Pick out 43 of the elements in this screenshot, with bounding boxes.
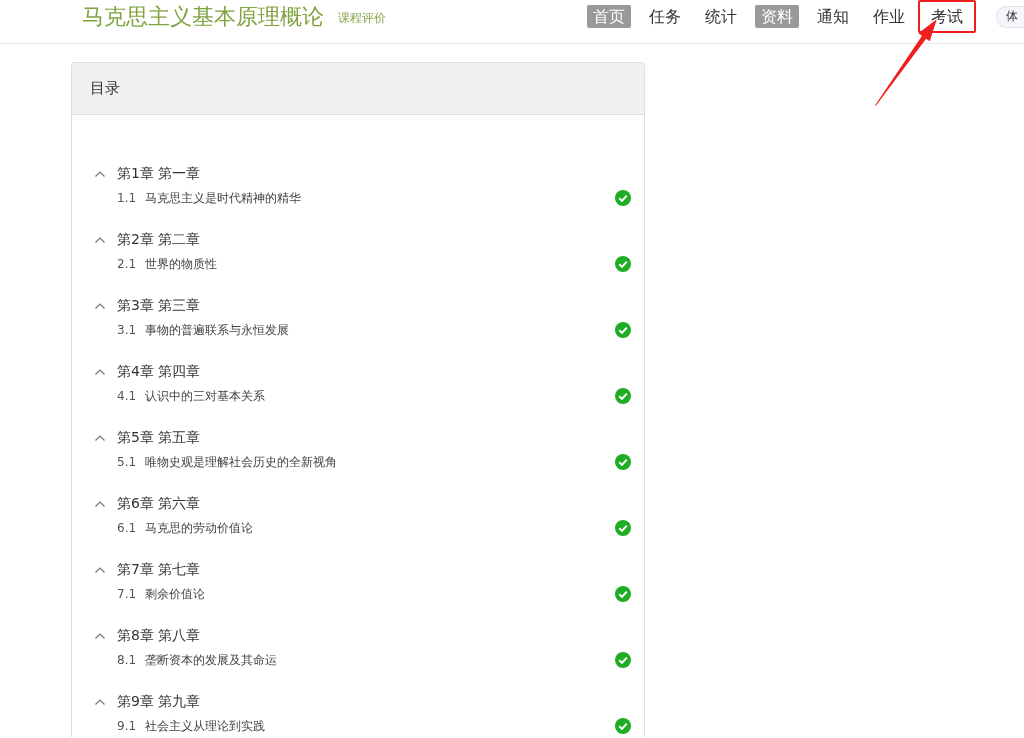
- caret-up-icon[interactable]: [95, 567, 105, 573]
- panel-title: 目录: [90, 79, 120, 98]
- chapter-title[interactable]: 第1章 第一章: [117, 165, 201, 183]
- section-number: 4.1: [117, 389, 137, 403]
- section-number: 6.1: [117, 521, 137, 535]
- nav-tab[interactable]: 统计: [699, 5, 743, 28]
- nav-tab[interactable]: 通知: [811, 5, 855, 28]
- caret-up-icon[interactable]: [95, 435, 105, 441]
- section-number: 1.1: [117, 191, 137, 205]
- course-title: 马克思主义基本原理概论: [82, 2, 324, 31]
- chapter-title[interactable]: 第5章 第五章: [117, 429, 201, 447]
- section-title[interactable]: 事物的普遍联系与永恒发展: [145, 321, 290, 339]
- section-number: 2.1: [117, 257, 137, 271]
- section-title[interactable]: 剩余价值论: [145, 585, 206, 603]
- section-title[interactable]: 马克思的劳动价值论: [145, 519, 254, 537]
- chapter-title[interactable]: 第9章 第九章: [117, 693, 201, 711]
- section-title[interactable]: 垄断资本的发展及其命运: [145, 651, 278, 669]
- section-title[interactable]: 唯物史观是理解社会历史的全新视角: [145, 453, 338, 471]
- nav-tab[interactable]: 任务: [643, 5, 687, 28]
- caret-up-icon[interactable]: [95, 633, 105, 639]
- caret-up-icon[interactable]: [95, 237, 105, 243]
- chapter-title[interactable]: 第2章 第二章: [117, 231, 201, 249]
- section-title[interactable]: 认识中的三对基本关系: [145, 387, 266, 405]
- chapter-title[interactable]: 第3章 第三章: [117, 297, 201, 315]
- nav-tab[interactable]: 作业: [867, 5, 911, 28]
- section-number: 8.1: [117, 653, 137, 667]
- section-title[interactable]: 世界的物质性: [145, 255, 218, 273]
- section-number: 5.1: [117, 455, 137, 469]
- trial-button[interactable]: 体: [996, 5, 1024, 28]
- caret-up-icon[interactable]: [95, 699, 105, 705]
- caret-up-icon[interactable]: [95, 369, 105, 375]
- chapter-title[interactable]: 第4章 第四章: [117, 363, 201, 381]
- caret-up-icon[interactable]: [95, 303, 105, 309]
- chapter-title[interactable]: 第7章 第七章: [117, 561, 201, 579]
- section-number: 9.1: [117, 719, 137, 733]
- chapter-title[interactable]: 第8章 第八章: [117, 627, 201, 645]
- chapter-title[interactable]: 第6章 第六章: [117, 495, 201, 513]
- section-title[interactable]: 社会主义从理论到实践: [145, 717, 266, 735]
- section-title[interactable]: 马克思主义是时代精神的精华: [145, 189, 302, 207]
- caret-up-icon[interactable]: [95, 501, 105, 507]
- caret-up-icon[interactable]: [95, 171, 105, 177]
- section-number: 3.1: [117, 323, 137, 337]
- section-number: 7.1: [117, 587, 137, 601]
